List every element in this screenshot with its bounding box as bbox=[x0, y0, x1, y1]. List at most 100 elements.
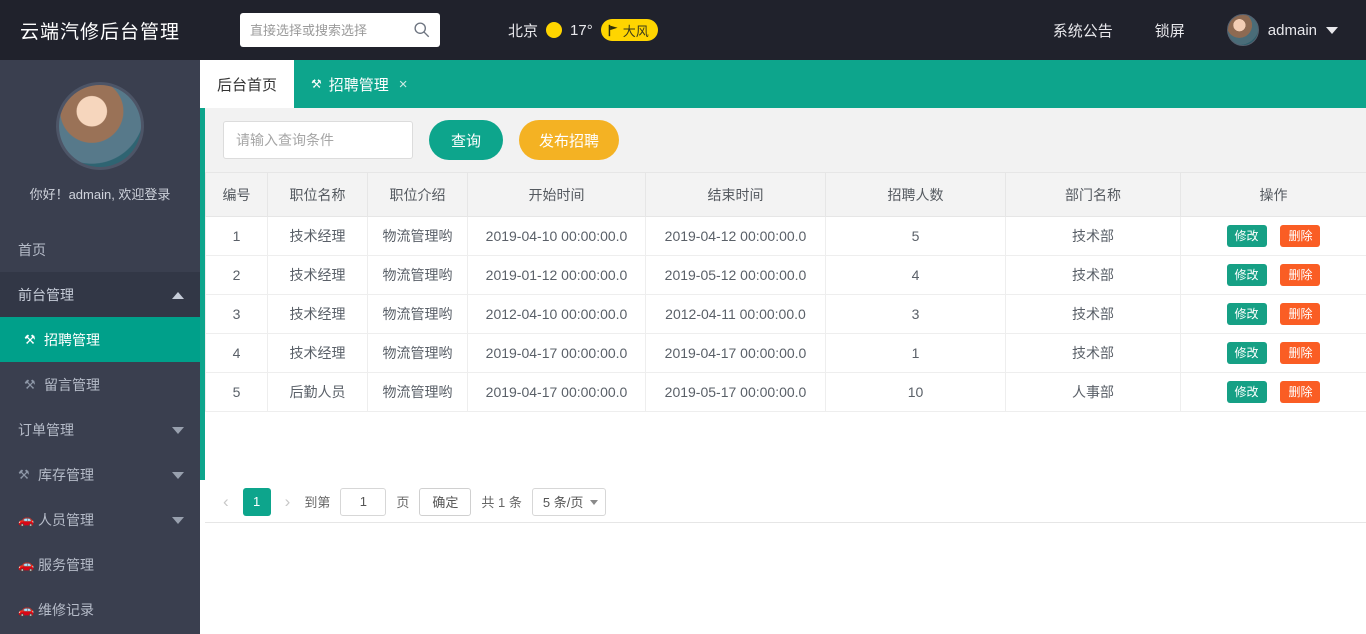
lock-screen-link[interactable]: 锁屏 bbox=[1155, 20, 1185, 41]
page-number-1[interactable]: 1 bbox=[242, 487, 271, 516]
chevron-down-icon[interactable] bbox=[590, 499, 599, 505]
system-notice-link[interactable]: 系统公告 bbox=[1053, 20, 1113, 41]
cell-start-time: 2019-04-10 00:00:00.0 bbox=[467, 216, 646, 256]
cell-id: 4 bbox=[205, 333, 268, 373]
sidebar-item-label: 库存管理 bbox=[38, 466, 94, 483]
cell-intro: 物流管理哟 bbox=[367, 255, 468, 295]
cell-department: 技术部 bbox=[1005, 333, 1181, 373]
cell-end-time: 2019-04-17 00:00:00.0 bbox=[645, 333, 826, 373]
global-search-input[interactable] bbox=[250, 14, 410, 46]
search-icon[interactable] bbox=[413, 21, 430, 38]
car-icon: 🚗 bbox=[18, 556, 35, 572]
sidebar-item-order-management[interactable]: 订单管理 bbox=[0, 407, 200, 452]
sidebar-item-repair-records[interactable]: 🚗 维修记录 bbox=[0, 587, 200, 632]
sidebar-item-label: 招聘管理 bbox=[44, 331, 100, 348]
user-name: admain bbox=[1267, 21, 1317, 39]
chevron-down-icon[interactable] bbox=[172, 471, 184, 479]
car-icon: 🚗 bbox=[18, 601, 35, 617]
weather-city: 北京 bbox=[508, 22, 539, 40]
cell-id: 3 bbox=[205, 294, 268, 334]
close-icon[interactable]: × bbox=[399, 76, 408, 93]
table-header-row: 编号 职位名称 职位介绍 开始时间 结束时间 招聘人数 部门名称 操作 bbox=[205, 172, 1366, 217]
sidebar-profile: 你好！admain, 欢迎登录 bbox=[0, 60, 200, 215]
car-icon: 🚗 bbox=[18, 511, 35, 527]
confirm-page-button[interactable]: 确定 bbox=[419, 487, 472, 516]
cell-end-time: 2019-05-12 00:00:00.0 bbox=[645, 255, 826, 295]
tab-dashboard[interactable]: 后台首页 bbox=[200, 60, 295, 108]
cell-end-time: 2019-04-12 00:00:00.0 bbox=[645, 216, 826, 256]
column-header-department: 部门名称 bbox=[1005, 172, 1181, 217]
search-button[interactable]: 查询 bbox=[429, 120, 504, 160]
weather-alert-badge: 大风 bbox=[600, 19, 658, 41]
recruitment-table: 编号 职位名称 职位介绍 开始时间 结束时间 招聘人数 部门名称 操作 1 技术… bbox=[205, 172, 1366, 412]
sidebar-item-label: 服务管理 bbox=[38, 556, 94, 573]
column-header-intro: 职位介绍 bbox=[367, 172, 468, 217]
cell-intro: 物流管理哟 bbox=[367, 333, 468, 373]
prev-page-button[interactable]: ‹ bbox=[219, 492, 233, 512]
cell-actions: 修改 删除 bbox=[1180, 372, 1366, 412]
table-row: 5 后勤人员 物流管理哟 2019-04-17 00:00:00.0 2019-… bbox=[205, 372, 1366, 412]
delete-button[interactable]: 删除 bbox=[1280, 342, 1321, 364]
table-row: 3 技术经理 物流管理哟 2012-04-10 00:00:00.0 2012-… bbox=[205, 294, 1366, 334]
sidebar-menu: 首页 前台管理 ⚒ 招聘管理 ⚒ 留言管理 订单管理 ⚒ 库存管理 🚗 人员管理 bbox=[0, 227, 200, 632]
tab-label: 后台首页 bbox=[217, 76, 278, 94]
edit-button[interactable]: 修改 bbox=[1226, 303, 1267, 325]
chevron-up-icon[interactable] bbox=[172, 291, 184, 299]
top-right-actions: 系统公告 锁屏 admain bbox=[1053, 14, 1366, 46]
chevron-down-icon[interactable] bbox=[1326, 26, 1338, 34]
chevron-down-icon[interactable] bbox=[172, 516, 184, 524]
query-input[interactable] bbox=[223, 121, 413, 159]
cell-position: 后勤人员 bbox=[267, 372, 368, 412]
cell-id: 2 bbox=[205, 255, 268, 295]
tab-label: 招聘管理 bbox=[328, 76, 389, 94]
edit-button[interactable]: 修改 bbox=[1226, 381, 1267, 403]
sidebar-item-recruitment-management[interactable]: ⚒ 招聘管理 bbox=[0, 317, 200, 362]
sidebar-item-frontdesk-management[interactable]: 前台管理 bbox=[0, 272, 200, 317]
total-count-label: 共 1 条 bbox=[481, 495, 522, 510]
cell-position: 技术经理 bbox=[267, 216, 368, 256]
edit-button[interactable]: 修改 bbox=[1226, 225, 1267, 247]
chevron-down-icon[interactable] bbox=[172, 426, 184, 434]
table-row: 4 技术经理 物流管理哟 2019-04-17 00:00:00.0 2019-… bbox=[205, 333, 1366, 373]
delete-button[interactable]: 删除 bbox=[1280, 303, 1321, 325]
goto-page-input[interactable] bbox=[340, 487, 387, 516]
next-page-button[interactable]: › bbox=[281, 492, 295, 512]
delete-button[interactable]: 删除 bbox=[1280, 264, 1321, 286]
column-header-id: 编号 bbox=[205, 172, 268, 217]
top-navbar: 云端汽修后台管理 北京 17° 大风 系统公告 锁屏 admain bbox=[0, 0, 1366, 60]
sidebar-item-label: 首页 bbox=[18, 241, 46, 258]
publish-recruitment-button[interactable]: 发布招聘 bbox=[519, 120, 620, 160]
weather-widget: 北京 17° 大风 bbox=[508, 19, 658, 41]
app-brand-title: 云端汽修后台管理 bbox=[19, 21, 180, 43]
cell-department: 人事部 bbox=[1005, 372, 1181, 412]
table-row: 1 技术经理 物流管理哟 2019-04-10 00:00:00.0 2019-… bbox=[205, 216, 1366, 256]
sidebar-item-inventory-management[interactable]: ⚒ 库存管理 bbox=[0, 452, 200, 497]
tools-icon: ⚒ bbox=[311, 77, 322, 91]
cell-headcount: 10 bbox=[825, 372, 1006, 412]
sidebar-item-message-management[interactable]: ⚒ 留言管理 bbox=[0, 362, 200, 407]
cell-start-time: 2019-01-12 00:00:00.0 bbox=[467, 255, 646, 295]
sidebar-item-staff-management[interactable]: 🚗 人员管理 bbox=[0, 497, 200, 542]
table-body: 1 技术经理 物流管理哟 2019-04-10 00:00:00.0 2019-… bbox=[205, 216, 1366, 412]
cell-start-time: 2019-04-17 00:00:00.0 bbox=[467, 333, 646, 373]
sidebar-item-label: 留言管理 bbox=[44, 376, 100, 393]
avatar bbox=[1226, 14, 1259, 46]
edit-button[interactable]: 修改 bbox=[1226, 264, 1267, 286]
cell-actions: 修改 删除 bbox=[1180, 255, 1366, 295]
delete-button[interactable]: 删除 bbox=[1280, 225, 1321, 247]
user-menu[interactable]: admain bbox=[1226, 14, 1338, 46]
cell-headcount: 4 bbox=[825, 255, 1006, 295]
edit-button[interactable]: 修改 bbox=[1226, 342, 1267, 364]
delete-button[interactable]: 删除 bbox=[1280, 381, 1321, 403]
tab-recruitment-management[interactable]: ⚒ 招聘管理 × bbox=[294, 60, 425, 108]
sidebar-item-label: 人员管理 bbox=[38, 511, 94, 528]
column-header-headcount: 招聘人数 bbox=[825, 172, 1006, 217]
sidebar-item-service-management[interactable]: 🚗 服务管理 bbox=[0, 542, 200, 587]
sun-icon bbox=[546, 22, 563, 38]
sidebar-item-label: 订单管理 bbox=[18, 421, 74, 438]
tab-bar: 后台首页 ⚒ 招聘管理 × bbox=[200, 60, 1366, 108]
sidebar-item-home[interactable]: 首页 bbox=[0, 227, 200, 272]
cell-position: 技术经理 bbox=[267, 333, 368, 373]
page-size-select[interactable]: 5 条/页 bbox=[531, 487, 607, 516]
global-search-box[interactable] bbox=[240, 13, 440, 47]
